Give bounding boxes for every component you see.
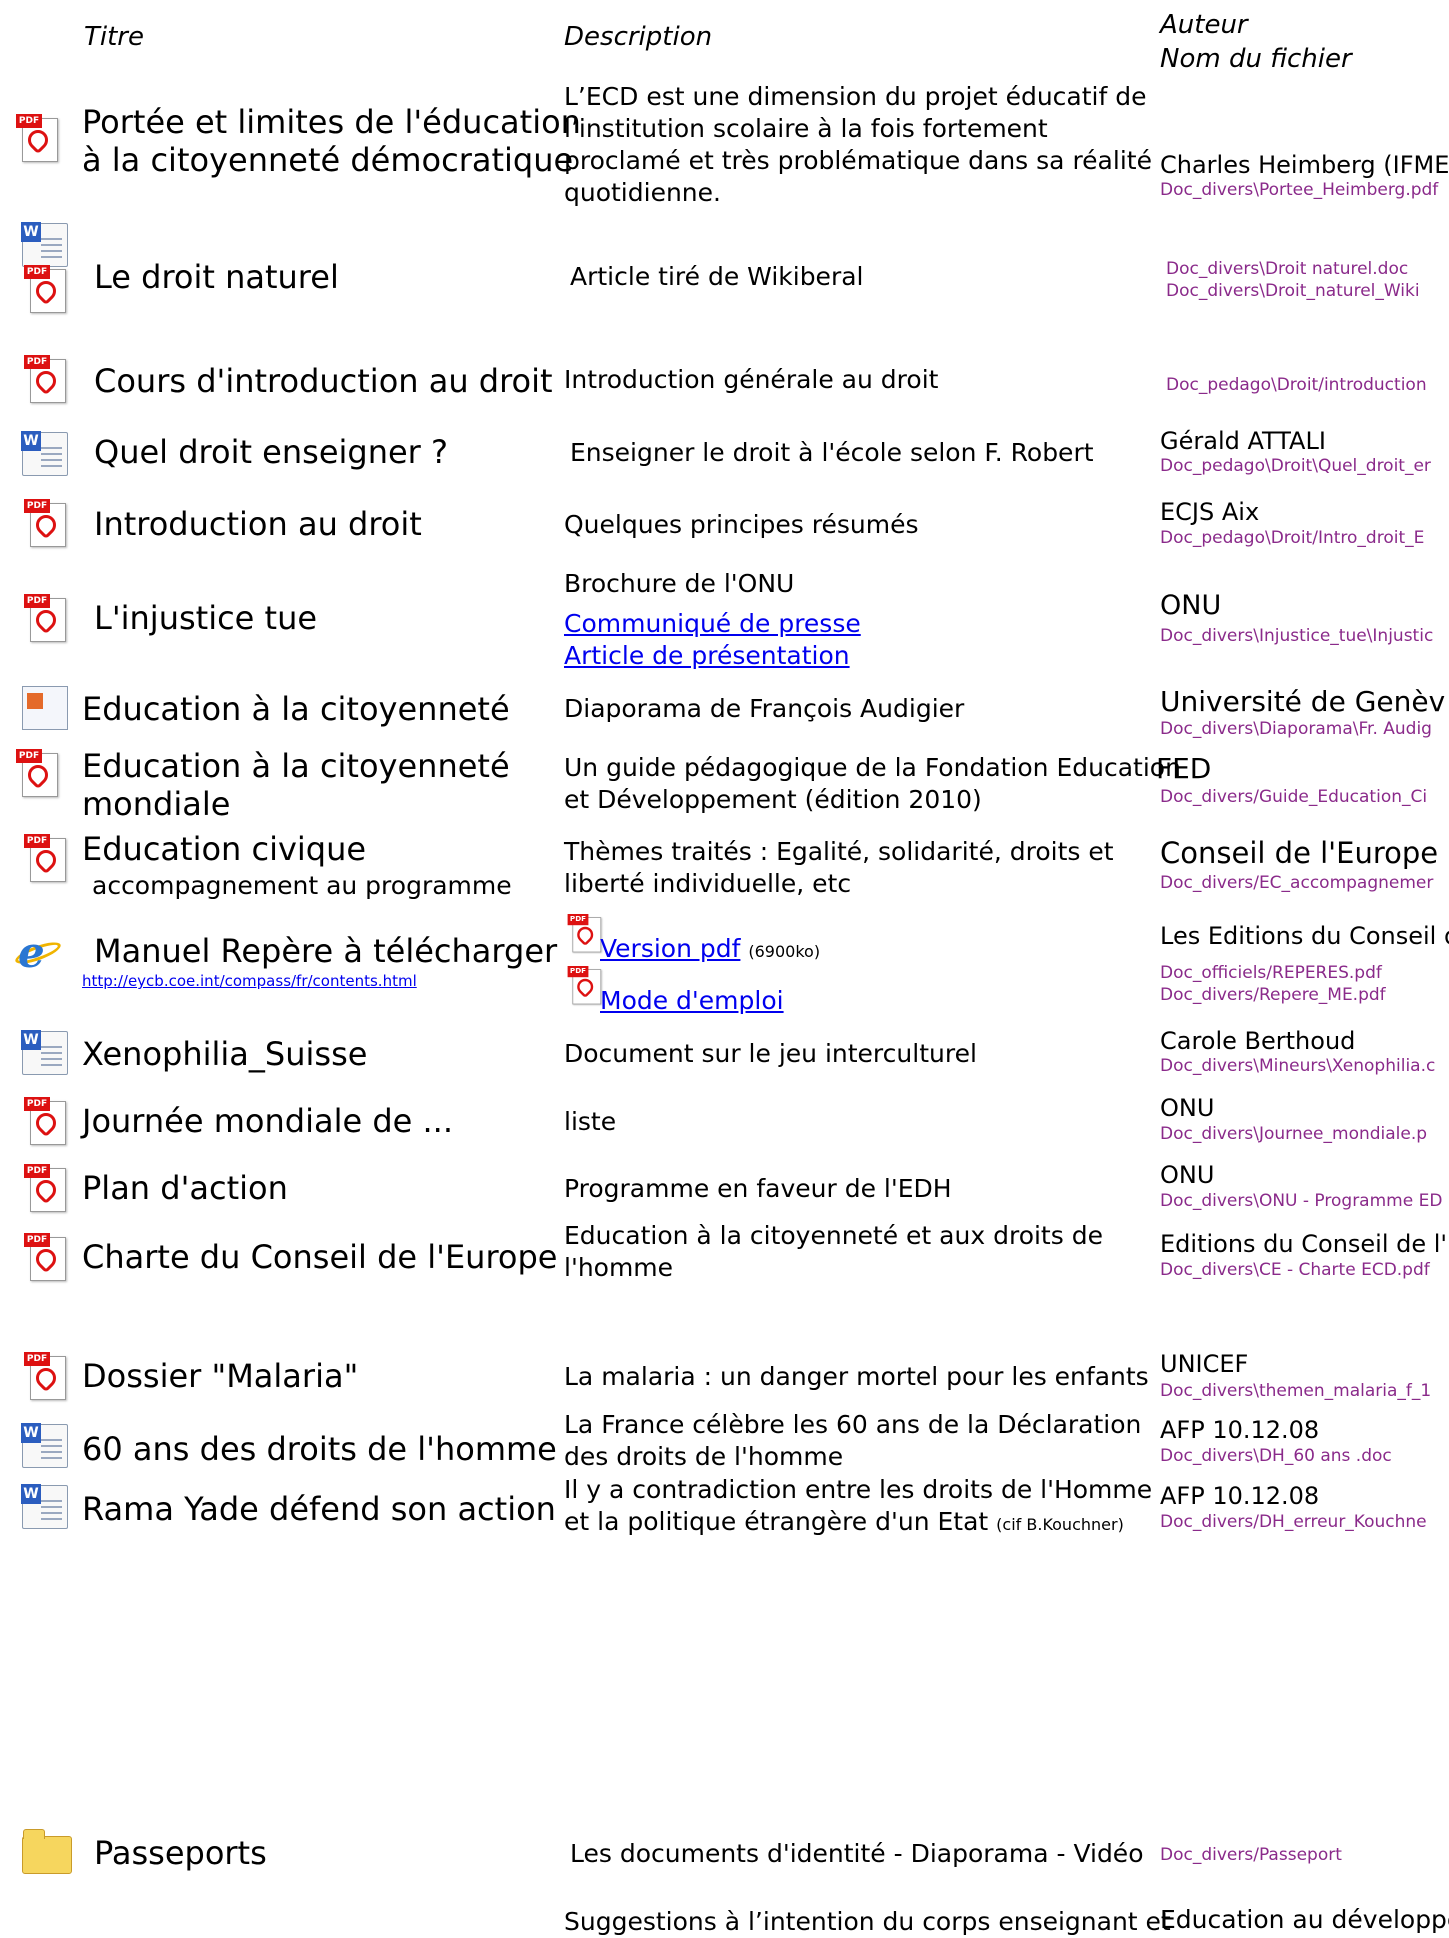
doc-description: Programme en faveur de l'EDH bbox=[564, 1174, 952, 1203]
press-release-link[interactable]: Communiqué de presse bbox=[564, 608, 861, 640]
doc-author: Carole Berthoud bbox=[1160, 1027, 1356, 1055]
doc-filename[interactable]: Doc_divers\Journee_mondiale.p bbox=[1160, 1123, 1427, 1145]
doc-filename[interactable]: Doc_divers\CE - Charte ECD.pdf bbox=[1160, 1259, 1430, 1281]
doc-description: Introduction générale au droit bbox=[564, 365, 939, 394]
doc-description: Document sur le jeu interculturel bbox=[564, 1039, 977, 1068]
doc-title[interactable]: Journée mondiale de ... bbox=[82, 1102, 453, 1140]
doc-author: ONU bbox=[1160, 1094, 1215, 1122]
doc-filename[interactable]: Doc_pedago\Droit/Intro_droit_E bbox=[1160, 527, 1424, 549]
doc-author: AFP 10.12.08 bbox=[1160, 1482, 1320, 1510]
doc-title[interactable]: Education à la citoyenneté bbox=[82, 690, 510, 728]
doc-filename[interactable]: Doc_divers\Droit_naturel_Wiki bbox=[1166, 280, 1420, 302]
doc-description: Suggestions à l’intention du corps ensei… bbox=[564, 1907, 1171, 1936]
doc-author: AFP 10.12.08 bbox=[1160, 1416, 1320, 1444]
doc-filename[interactable]: Doc_divers\Injustice_tue\Injustic bbox=[1160, 625, 1433, 647]
doc-author: ECJS Aix bbox=[1160, 498, 1260, 526]
doc-author: Charles Heimberg (IFMES bbox=[1160, 151, 1449, 179]
doc-title[interactable]: Cours d'introduction au droit bbox=[94, 362, 553, 400]
doc-author: Les Editions du Conseil d bbox=[1160, 922, 1449, 950]
doc-filename[interactable]: Doc_divers\Droit naturel.doc bbox=[1166, 258, 1408, 280]
doc-description: Un guide pédagogique de la Fondation Edu… bbox=[564, 753, 1181, 814]
header-description: Description bbox=[564, 22, 713, 52]
doc-author: FED bbox=[1156, 752, 1212, 785]
doc-description: La malaria : un danger mortel pour les e… bbox=[564, 1362, 1149, 1391]
doc-description: Les documents d'identité - Diaporama - V… bbox=[570, 1839, 1144, 1868]
doc-description: Brochure de l'ONU bbox=[564, 569, 795, 598]
doc-filename[interactable]: Doc_divers/Guide_Education_Ci bbox=[1160, 786, 1427, 808]
doc-author: ONU bbox=[1160, 590, 1222, 621]
doc-description: liste bbox=[564, 1107, 617, 1136]
doc-author: Editions du Conseil de l' bbox=[1160, 1230, 1448, 1258]
mode-emploi-link[interactable]: Mode d'emploi bbox=[600, 985, 784, 1017]
doc-author: Gérald ATTALI bbox=[1160, 427, 1326, 455]
doc-filename[interactable]: Doc_pedago\Droit/introduction bbox=[1166, 374, 1427, 396]
doc-title[interactable]: Introduction au droit bbox=[94, 505, 422, 543]
doc-title[interactable]: 60 ans des droits de l'homme bbox=[82, 1430, 557, 1468]
header-titre: Titre bbox=[84, 22, 144, 52]
doc-title[interactable]: Education civique bbox=[82, 830, 366, 868]
doc-title[interactable]: Quel droit enseigner ? bbox=[94, 433, 448, 471]
doc-subtitle: accompagnement au programme bbox=[92, 871, 512, 900]
doc-filename[interactable]: Doc_divers/Repere_ME.pdf bbox=[1160, 984, 1386, 1006]
doc-title[interactable]: Manuel Repère à télécharger bbox=[94, 932, 557, 970]
doc-filename[interactable]: Doc_pedago\Droit\Quel_droit_er bbox=[1160, 455, 1431, 477]
doc-filename[interactable]: Doc_divers\ONU - Programme ED bbox=[1160, 1190, 1442, 1212]
presentation-article-link[interactable]: Article de présentation bbox=[564, 640, 850, 672]
doc-description: La France célèbre les 60 ans de la Décla… bbox=[564, 1410, 1142, 1471]
doc-filename[interactable]: Doc_divers/DH_erreur_Kouchne bbox=[1160, 1511, 1427, 1533]
doc-filename[interactable]: Doc_divers\Portee_Heimberg.pdf bbox=[1160, 179, 1438, 201]
doc-description: L’ECD est une dimension du projet éducat… bbox=[564, 82, 1152, 207]
doc-title[interactable]: Portée et limites de l'éducation à la cit… bbox=[82, 103, 581, 179]
doc-author: Conseil de l'Europe bbox=[1160, 836, 1439, 870]
doc-title[interactable]: Dossier "Malaria" bbox=[82, 1357, 358, 1395]
doc-title[interactable]: Charte du Conseil de l'Europe bbox=[82, 1238, 557, 1276]
doc-title[interactable]: Plan d'action bbox=[82, 1169, 288, 1207]
doc-title[interactable]: Xenophilia_Suisse bbox=[82, 1035, 367, 1073]
doc-description: Enseigner le droit à l'école selon F. Ro… bbox=[570, 438, 1094, 467]
doc-title[interactable]: Le droit naturel bbox=[94, 258, 339, 296]
version-pdf-row: Version pdf (6900ko) bbox=[600, 934, 821, 963]
doc-title[interactable]: Passeports bbox=[94, 1834, 267, 1872]
header-auteur: Auteur Nom du fichier bbox=[1160, 10, 1352, 74]
doc-title[interactable]: Rama Yade défend son action bbox=[82, 1490, 556, 1528]
doc-description: Education à la citoyenneté et aux droits… bbox=[564, 1221, 1103, 1282]
doc-description: Diaporama de François Audigier bbox=[564, 694, 965, 723]
doc-filename[interactable]: Doc_officiels/REPERES.pdf bbox=[1160, 962, 1382, 984]
doc-filename[interactable]: Doc_divers\DH_60 ans .doc bbox=[1160, 1445, 1392, 1467]
doc-filename[interactable]: Doc_divers/Passeport bbox=[1160, 1844, 1342, 1866]
doc-filename[interactable]: Doc_divers\themen_malaria_f_1 bbox=[1160, 1380, 1431, 1402]
doc-author: ONU bbox=[1160, 1161, 1215, 1189]
doc-author: Education au développe bbox=[1160, 1905, 1449, 1934]
doc-description: Thèmes traités : Egalité, solidarité, dr… bbox=[564, 837, 1114, 898]
doc-description: Quelques principes résumés bbox=[564, 510, 919, 539]
doc-author: UNICEF bbox=[1160, 1350, 1249, 1378]
doc-description: Il y a contradiction entre les droits de… bbox=[564, 1475, 1153, 1536]
version-pdf-link[interactable]: Version pdf bbox=[600, 934, 740, 963]
doc-title[interactable]: L'injustice tue bbox=[94, 599, 317, 637]
doc-filename[interactable]: Doc_divers/EC_accompagnemer bbox=[1160, 872, 1433, 894]
doc-description: Article tiré de Wikiberal bbox=[570, 262, 864, 291]
doc-filename[interactable]: Doc_divers\Diaporama\Fr. Audig bbox=[1160, 718, 1432, 740]
compass-url-link[interactable]: http://eycb.coe.int/compass/fr/contents.… bbox=[82, 972, 417, 990]
doc-author: Université de Genèv bbox=[1160, 685, 1446, 718]
doc-filename[interactable]: Doc_divers\Mineurs\Xenophilia.c bbox=[1160, 1055, 1435, 1077]
doc-title[interactable]: Education à la citoyenneté mondiale bbox=[82, 747, 510, 823]
